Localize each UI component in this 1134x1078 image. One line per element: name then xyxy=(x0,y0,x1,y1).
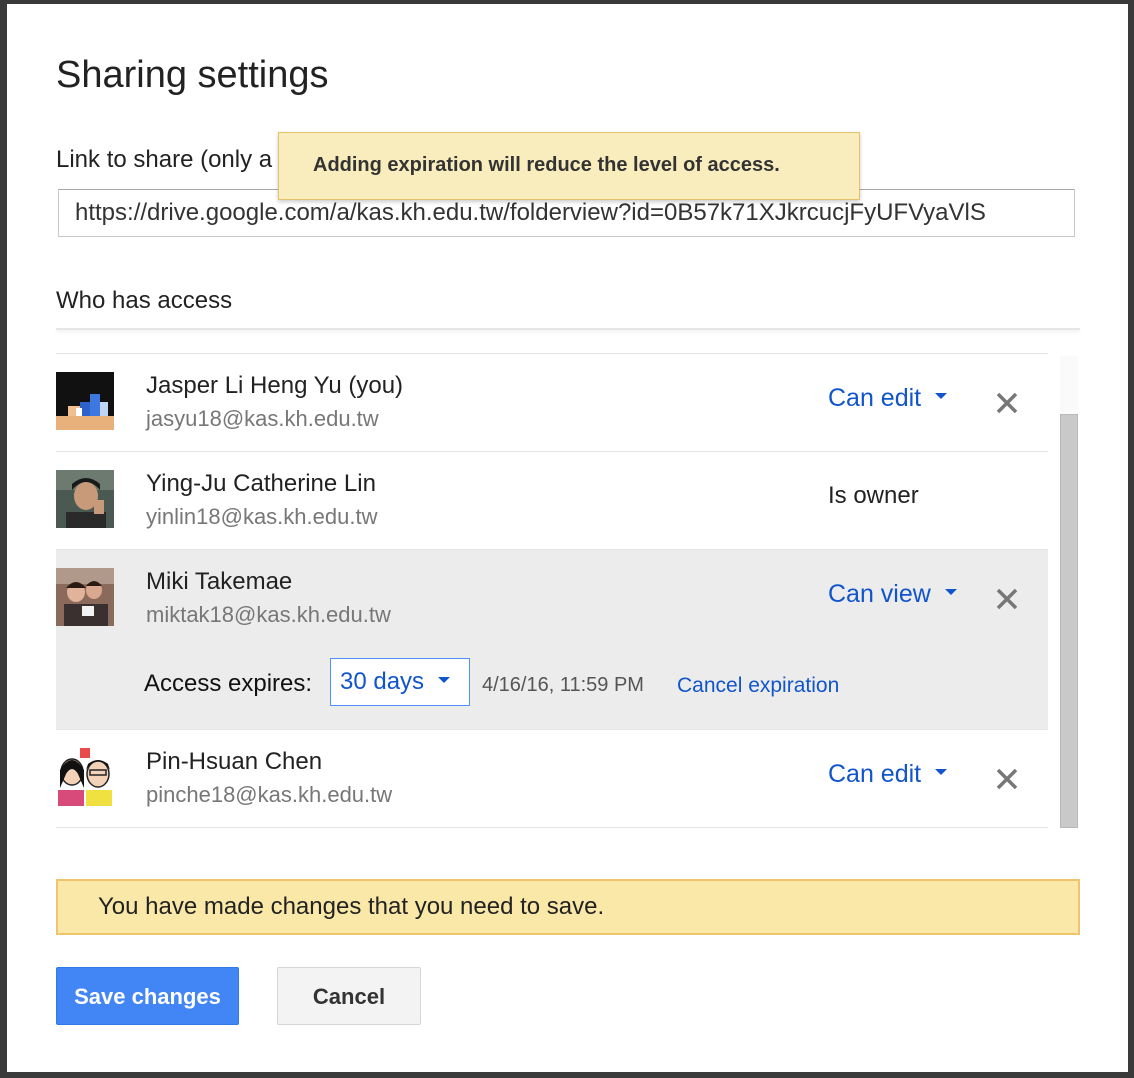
unsaved-changes-notice: You have made changes that you need to s… xyxy=(56,879,1080,935)
permission-label: Can edit xyxy=(828,760,922,788)
remove-person-button[interactable] xyxy=(992,764,1022,794)
person-email: pinche18@kas.kh.edu.tw xyxy=(146,782,393,807)
list-divider xyxy=(56,827,1048,828)
list-item: Miki Takemae miktak18@kas.kh.edu.tw Can … xyxy=(56,549,1048,729)
owner-label: Is owner xyxy=(828,482,919,509)
expiration-dropdown[interactable]: 30 days xyxy=(330,658,470,706)
list-item: Pin-Hsuan Chen pinche18@kas.kh.edu.tw Ca… xyxy=(56,729,1048,827)
save-changes-button[interactable]: Save changes xyxy=(56,967,239,1025)
who-has-access-label: Who has access xyxy=(56,287,233,314)
person-name: Pin-Hsuan Chen xyxy=(146,748,323,775)
sharing-dialog: Sharing settings Link to share (only a A… xyxy=(7,4,1128,1072)
close-icon xyxy=(996,392,1018,414)
caret-down-icon xyxy=(935,769,948,776)
cancel-expiration-link[interactable]: Cancel expiration xyxy=(677,674,839,698)
caret-down-icon xyxy=(438,676,451,683)
expiration-tooltip: Adding expiration will reduce the level … xyxy=(278,132,860,200)
permission-dropdown[interactable]: Can view xyxy=(828,580,957,609)
access-expires-label: Access expires: xyxy=(144,670,313,697)
expiration-date: 4/16/16, 11:59 PM xyxy=(482,674,644,696)
remove-person-button[interactable] xyxy=(992,388,1022,418)
person-email: yinlin18@kas.kh.edu.tw xyxy=(146,504,378,529)
pixel-avatar-icon xyxy=(56,372,114,430)
cartoon-avatar-icon xyxy=(56,748,114,806)
caret-down-icon xyxy=(935,393,948,400)
permission-label: Can view xyxy=(828,580,931,608)
person-email: jasyu18@kas.kh.edu.tw xyxy=(146,406,379,431)
list-item: Jasper Li Heng Yu (you) jasyu18@kas.kh.e… xyxy=(56,353,1048,451)
close-icon xyxy=(996,588,1018,610)
caret-down-icon xyxy=(944,589,957,596)
person-name: Ying-Ju Catherine Lin xyxy=(146,470,376,497)
access-list: Jasper Li Heng Yu (you) jasyu18@kas.kh.e… xyxy=(56,353,1048,829)
permission-label: Can edit xyxy=(828,384,922,412)
cancel-button[interactable]: Cancel xyxy=(277,967,421,1025)
dialog-title: Sharing settings xyxy=(56,54,329,96)
person-name: Jasper Li Heng Yu (you) xyxy=(146,372,404,399)
photo-avatar-icon xyxy=(56,470,114,528)
remove-person-button[interactable] xyxy=(992,584,1022,614)
section-divider xyxy=(56,328,1080,330)
link-label: Link to share (only a xyxy=(56,146,273,173)
person-email: miktak18@kas.kh.edu.tw xyxy=(146,602,391,627)
permission-dropdown[interactable]: Can edit xyxy=(828,384,948,413)
expiration-value: 30 days xyxy=(340,668,425,695)
scrollbar-thumb[interactable] xyxy=(1060,414,1078,828)
close-icon xyxy=(996,768,1018,790)
person-name: Miki Takemae xyxy=(146,568,293,595)
photo-avatar-icon xyxy=(56,568,114,626)
permission-dropdown[interactable]: Can edit xyxy=(828,760,948,789)
list-item: Ying-Ju Catherine Lin yinlin18@kas.kh.ed… xyxy=(56,451,1048,549)
